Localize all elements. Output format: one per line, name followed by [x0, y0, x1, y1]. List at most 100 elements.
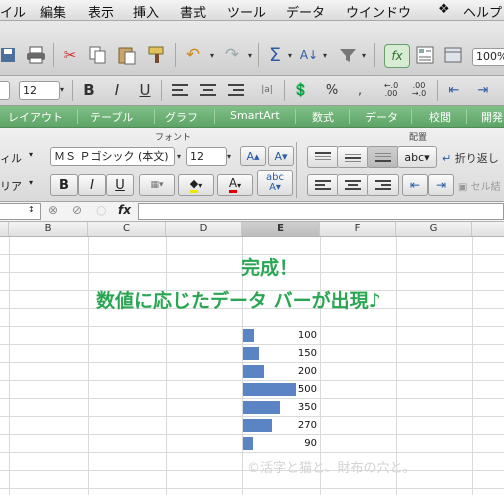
font-size-dropdown-icon[interactable]: ▾ — [224, 148, 234, 164]
paste-icon[interactable] — [115, 44, 139, 66]
tab-chart[interactable]: グラフ — [165, 109, 198, 125]
gallery-icon[interactable] — [414, 44, 436, 66]
column-header-e[interactable]: E — [242, 222, 320, 236]
ribbon-align-left-icon[interactable] — [307, 174, 339, 196]
outdent-icon[interactable]: ⇤ — [443, 80, 465, 100]
menu-insert[interactable]: 挿入 — [133, 2, 159, 21]
data-bar-value[interactable]: 150 — [287, 348, 317, 359]
indent-icon[interactable]: ⇥ — [472, 80, 494, 100]
fx-icon[interactable]: fx — [384, 44, 410, 68]
bold-button[interactable]: B — [80, 80, 98, 100]
menu-tools[interactable]: ツール — [227, 2, 266, 21]
confirm-icon[interactable]: ⊘ — [72, 203, 82, 217]
ribbon-align-center-icon[interactable] — [337, 174, 369, 196]
align-bottom-icon[interactable] — [367, 146, 399, 168]
data-bar-value[interactable]: 270 — [287, 420, 317, 431]
column-header-d[interactable]: D — [166, 222, 242, 236]
formula-input[interactable] — [138, 203, 504, 220]
ribbon-left-dropdown-2[interactable]: ▾ — [29, 178, 33, 187]
tab-layout[interactable]: レイアウト — [8, 109, 63, 125]
ribbon-bold-button[interactable]: B — [50, 174, 78, 196]
column-header-f[interactable]: F — [320, 222, 396, 236]
comma-style-icon[interactable]: , — [351, 80, 369, 100]
column-header-a[interactable] — [0, 222, 9, 236]
wrap-text-button[interactable]: ↵ 折り返し — [442, 150, 499, 166]
align-right-icon[interactable] — [226, 80, 246, 100]
font-name-dropdown-icon[interactable]: ▾ — [174, 148, 184, 164]
column-header-g[interactable]: G — [396, 222, 472, 236]
menu-file[interactable]: イル — [0, 2, 26, 21]
menu-edit[interactable]: 編集 — [40, 2, 66, 21]
borders-icon[interactable]: ▦▾ — [139, 174, 175, 196]
merge-center-icon[interactable]: |a| — [256, 80, 278, 100]
toolbox-icon[interactable] — [442, 44, 464, 66]
font-size-field[interactable]: 12 — [186, 147, 227, 166]
increase-decimal-icon[interactable]: ←.0.00 — [378, 80, 404, 100]
align-top-icon[interactable] — [307, 146, 339, 168]
tab-review[interactable]: 校閲 — [429, 109, 451, 125]
font-size-field[interactable]: 12 — [19, 81, 60, 100]
menu-data[interactable]: データ — [286, 2, 325, 21]
font-color-icon[interactable]: A ▾ — [217, 174, 253, 196]
column-header-b[interactable]: B — [9, 222, 88, 236]
menu-format[interactable]: 書式 — [180, 2, 206, 21]
cut-icon[interactable]: ✂ — [59, 44, 81, 66]
tab-smartart[interactable]: SmartArt — [230, 109, 280, 122]
name-box[interactable] — [0, 203, 41, 220]
zoom-field[interactable]: 100% — [472, 48, 504, 66]
fill-color-icon[interactable]: ◆ ▾ — [178, 174, 214, 196]
ribbon-italic-button[interactable]: I — [78, 174, 106, 196]
redo-icon[interactable]: ↷ — [219, 44, 245, 66]
font-name-field[interactable]: ＭＳ Ｐゴシック (本文) — [50, 147, 175, 166]
align-center-icon[interactable] — [198, 80, 218, 100]
percent-icon[interactable]: % — [322, 80, 342, 100]
data-bar-value[interactable]: 200 — [287, 366, 317, 377]
tab-developer[interactable]: 開発 — [481, 109, 503, 125]
data-bar-value[interactable]: 100 — [287, 330, 317, 341]
merge-cells-button[interactable]: ▣ セル結 — [458, 178, 501, 193]
autosum-icon[interactable]: Σ — [265, 44, 285, 66]
text-orientation-button[interactable]: abc▾ — [397, 146, 437, 168]
save-icon[interactable] — [0, 44, 16, 66]
ribbon-left-dropdown-1[interactable]: ▾ — [29, 150, 33, 159]
phonetic-button[interactable]: abc A▾ — [257, 170, 293, 196]
data-bar-value[interactable]: 350 — [287, 402, 317, 413]
data-bar-value[interactable]: 500 — [287, 384, 317, 395]
redo-dropdown-icon[interactable]: ▾ — [246, 44, 254, 66]
italic-button[interactable]: I — [108, 80, 126, 100]
font-name-field[interactable] — [0, 81, 10, 100]
underline-button[interactable]: U — [136, 80, 154, 100]
sort-dropdown-icon[interactable]: ▾ — [321, 44, 329, 66]
ribbon-align-right-icon[interactable] — [367, 174, 399, 196]
align-left-icon[interactable] — [170, 80, 190, 100]
undo-icon[interactable]: ↶ — [180, 44, 206, 66]
filter-dropdown-icon[interactable]: ▾ — [360, 44, 368, 66]
tab-data[interactable]: データ — [365, 109, 398, 125]
script-icon[interactable]: ❖ — [438, 2, 450, 17]
shrink-font-button[interactable]: A▾ — [268, 146, 294, 166]
worksheet-grid[interactable]: 完成！ 数値に応じたデータ バーが出現♪ 100 150 200 500 350 270 9… — [0, 237, 504, 495]
data-bar-value[interactable]: 90 — [287, 438, 317, 449]
sort-icon[interactable]: A↓ — [298, 44, 320, 66]
print-icon[interactable] — [24, 44, 48, 66]
ribbon-underline-button[interactable]: U — [106, 174, 134, 196]
format-painter-icon[interactable] — [145, 44, 169, 66]
align-middle-icon[interactable] — [337, 146, 369, 168]
menu-view[interactable]: 表示 — [88, 2, 114, 21]
undo-dropdown-icon[interactable]: ▾ — [208, 44, 216, 66]
fx-label[interactable]: fx — [118, 203, 131, 217]
column-header-c[interactable]: C — [88, 222, 166, 236]
autosum-dropdown-icon[interactable]: ▾ — [286, 44, 294, 66]
tab-table[interactable]: テーブル — [90, 109, 133, 125]
font-size-dropdown-icon[interactable]: ▾ — [57, 81, 67, 98]
ribbon-outdent-icon[interactable]: ⇤ — [402, 174, 428, 196]
cancel-icon[interactable]: ⊗ — [48, 203, 58, 217]
tab-formulas[interactable]: 数式 — [312, 109, 334, 125]
history-icon[interactable]: ○ — [96, 203, 106, 217]
ribbon-indent-icon[interactable]: ⇥ — [428, 174, 454, 196]
menu-window[interactable]: ウインドウ — [346, 2, 411, 21]
filter-icon[interactable] — [337, 44, 359, 66]
name-box-stepper-icon[interactable]: ↕ — [28, 205, 35, 214]
currency-icon[interactable]: 💲 — [290, 80, 312, 100]
grow-font-button[interactable]: A▴ — [240, 146, 266, 166]
